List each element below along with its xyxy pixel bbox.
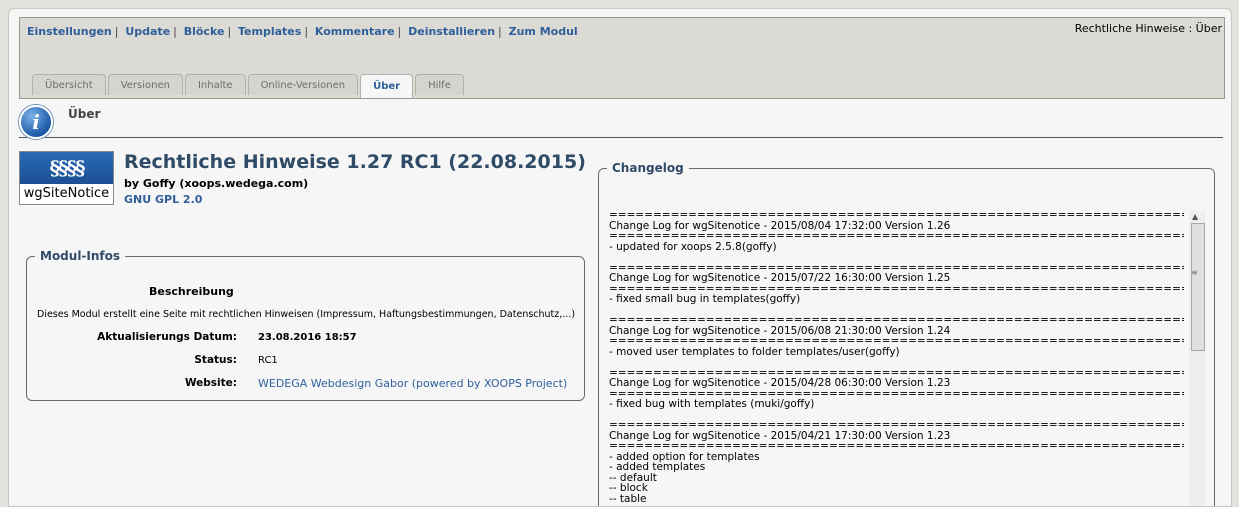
changelog-legend: Changelog (612, 161, 684, 175)
status-label: Status: (194, 354, 237, 366)
link-update[interactable]: Update (125, 25, 170, 38)
tab-inhalte[interactable]: Inhalte (184, 74, 246, 95)
link-deinstallieren[interactable]: Deinstallieren (408, 25, 495, 38)
link-bloecke[interactable]: Blöcke (184, 25, 225, 38)
module-license: GNU GPL 2.0 (124, 193, 203, 206)
page-title: Über (68, 107, 101, 121)
link-einstellungen[interactable]: Einstellungen (27, 25, 112, 38)
changelog-scrollbar[interactable]: ▲ ≡ (1189, 210, 1205, 506)
changelog-text[interactable]: ========================================… (609, 210, 1184, 506)
admin-menu-bar: Einstellungen | Update | Blöcke | Templates… (19, 17, 1225, 99)
description-heading: Beschreibung (149, 285, 234, 298)
scroll-up-icon[interactable]: ▲ (1192, 212, 1198, 221)
breadcrumb: Rechtliche Hinweise : Über (1074, 22, 1222, 35)
tab-online-versionen[interactable]: Online-Versionen (247, 74, 359, 95)
website-link[interactable]: WEDEGA Webdesign Gabor (powered by XOOPS… (258, 377, 567, 390)
tab-bar: Übersicht Versionen Inhalte Online-Versi… (32, 74, 464, 98)
link-templates[interactable]: Templates (238, 25, 301, 38)
scroll-thumb[interactable] (1191, 223, 1205, 351)
tab-ueber[interactable]: Über (360, 74, 414, 98)
page-header: i Über (19, 105, 1223, 139)
module-infos-box: Modul-Infos Beschreibung Dieses Modul er… (26, 249, 585, 401)
logo-name: wgSiteNotice (23, 186, 110, 201)
description-text: Dieses Modul erstellt eine Seite mit rec… (37, 309, 576, 320)
module-title: Rechtliche Hinweise 1.27 RC1 (22.08.2015… (124, 151, 586, 173)
tab-uebersicht[interactable]: Übersicht (32, 74, 106, 95)
changelog-box: Changelog ==============================… (598, 161, 1215, 506)
logo-paragraph-symbols: §§§§ (20, 152, 113, 184)
status-value: RC1 (258, 355, 278, 366)
module-author: by Goffy (xoops.wedega.com) (124, 177, 309, 190)
website-label: Website: (184, 377, 237, 389)
module-infos-legend: Modul-Infos (40, 249, 121, 263)
tab-versionen[interactable]: Versionen (107, 74, 183, 95)
admin-links: Einstellungen | Update | Blöcke | Templates… (27, 25, 578, 38)
tab-hilfe[interactable]: Hilfe (415, 74, 464, 95)
link-zum-modul[interactable]: Zum Modul (509, 25, 578, 38)
info-icon: i (19, 105, 53, 139)
updated-value: 23.08.2016 18:57 (258, 332, 357, 343)
scroll-grip-icon: ≡ (1191, 268, 1198, 277)
updated-label: Aktualisierungs Datum: (97, 331, 237, 343)
page-frame: Einstellungen | Update | Blöcke | Templates… (8, 8, 1232, 507)
module-logo: §§§§ wgSiteNotice (19, 151, 114, 205)
link-kommentare[interactable]: Kommentare (315, 25, 395, 38)
